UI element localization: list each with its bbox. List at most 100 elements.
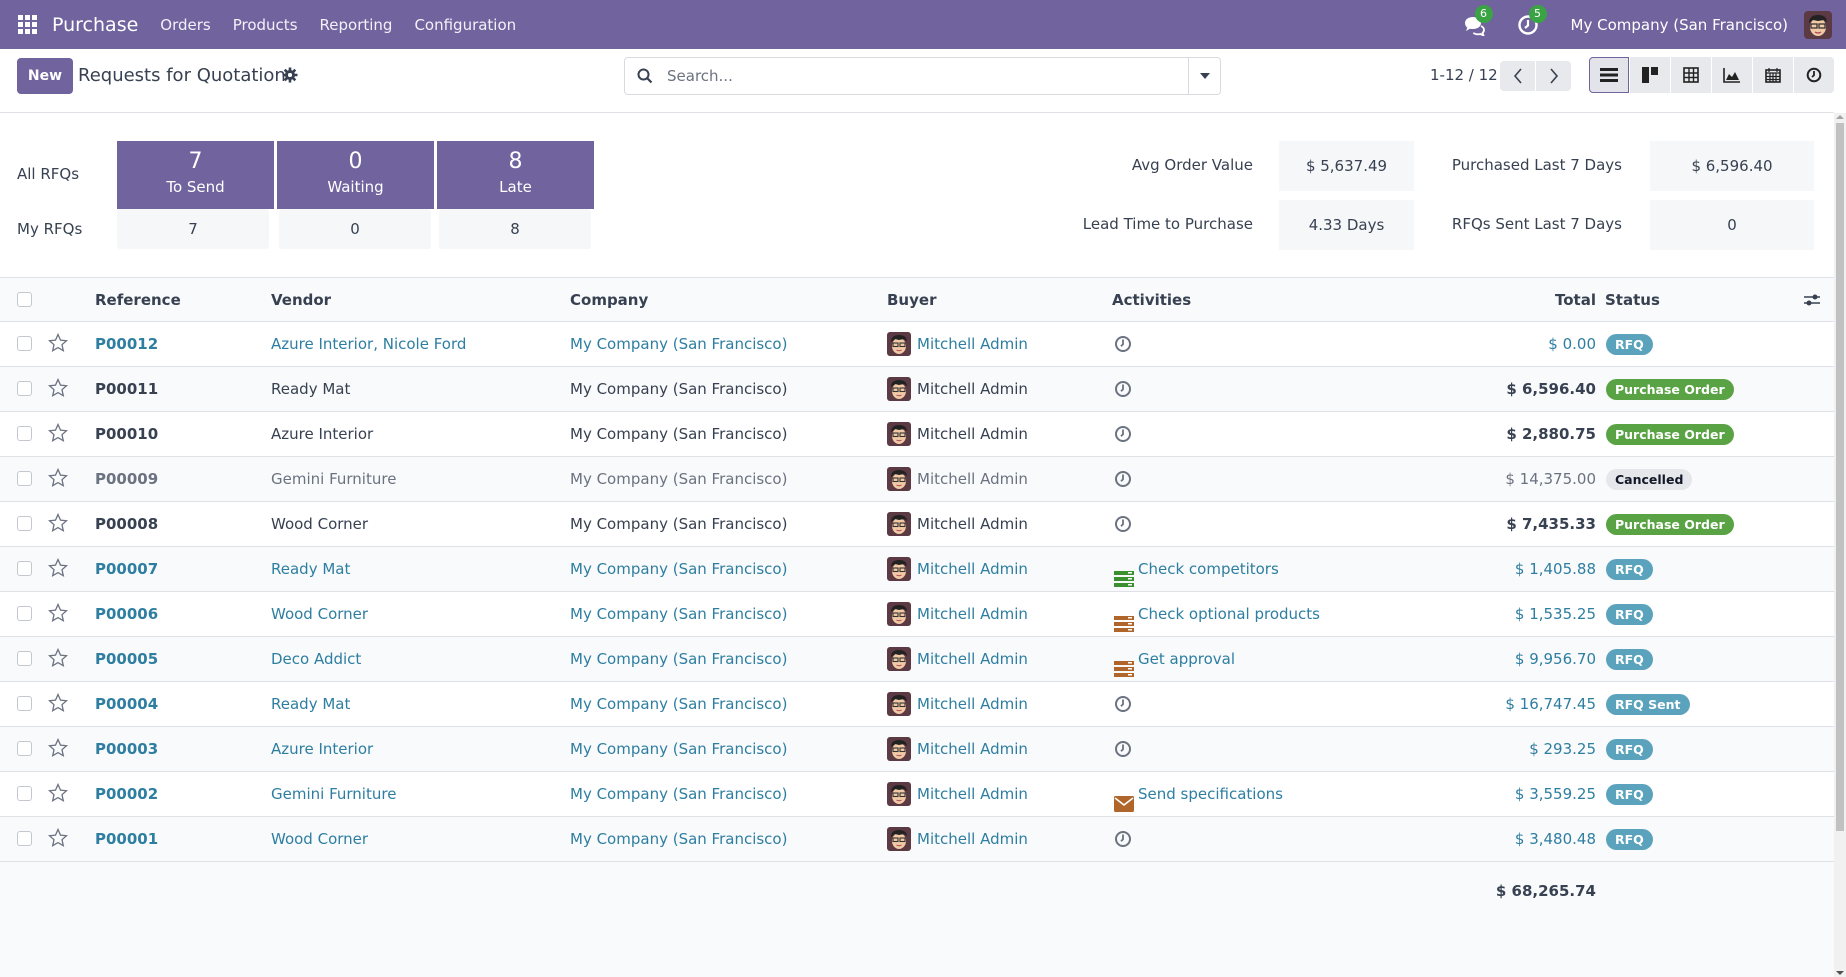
activity-summary[interactable]: Get approval <box>1114 637 1235 681</box>
clock-icon[interactable] <box>1114 695 1132 713</box>
reference-cell[interactable]: P00012 <box>95 322 158 366</box>
vendor-cell[interactable]: Gemini Furniture <box>271 457 396 501</box>
vendor-cell[interactable]: Azure Interior, Nicole Ford <box>271 322 466 366</box>
table-row[interactable]: P00001 Wood Corner My Company (San Francis… <box>0 817 1834 862</box>
vendor-cell[interactable]: Wood Corner <box>271 502 368 546</box>
my-late[interactable]: 8 <box>439 209 591 249</box>
menu-products[interactable]: Products <box>233 16 298 34</box>
reference-cell[interactable]: P00001 <box>95 817 158 861</box>
vendor-cell[interactable]: Deco Addict <box>271 637 361 681</box>
scroll-thumb[interactable] <box>1836 123 1844 831</box>
reference-cell[interactable]: P00006 <box>95 592 158 636</box>
col-company[interactable]: Company <box>570 278 648 322</box>
view-graph-button[interactable] <box>1712 57 1752 93</box>
buyer-cell[interactable]: Mitchell Admin <box>917 727 1028 771</box>
row-checkbox[interactable] <box>17 606 32 621</box>
company-cell[interactable]: My Company (San Francisco) <box>570 367 787 411</box>
search-options-toggle[interactable] <box>1188 58 1220 94</box>
view-list-button[interactable] <box>1589 57 1629 93</box>
col-reference[interactable]: Reference <box>95 278 181 322</box>
star-icon[interactable] <box>47 512 69 533</box>
row-checkbox[interactable] <box>17 786 32 801</box>
activity-summary[interactable]: Check optional products <box>1114 592 1320 636</box>
optional-columns-icon[interactable] <box>1803 292 1821 308</box>
reference-cell[interactable]: P00010 <box>95 412 158 456</box>
company-cell[interactable]: My Company (San Francisco) <box>570 592 787 636</box>
vendor-cell[interactable]: Azure Interior <box>271 412 373 456</box>
company-switcher[interactable]: My Company (San Francisco) <box>1571 16 1788 34</box>
row-checkbox[interactable] <box>17 336 32 351</box>
table-row[interactable]: P00004 Ready Mat My Company (San Francisco… <box>0 682 1834 727</box>
pager-value[interactable]: 1-12 / 12 <box>1430 66 1498 84</box>
reference-cell[interactable]: P00004 <box>95 682 158 726</box>
row-checkbox[interactable] <box>17 741 32 756</box>
reference-cell[interactable]: P00003 <box>95 727 158 771</box>
company-cell[interactable]: My Company (San Francisco) <box>570 817 787 861</box>
clock-icon[interactable] <box>1114 515 1132 533</box>
clock-icon[interactable] <box>1114 425 1132 443</box>
reference-cell[interactable]: P00007 <box>95 547 158 591</box>
buyer-cell[interactable]: Mitchell Admin <box>917 637 1028 681</box>
menu-orders[interactable]: Orders <box>160 16 210 34</box>
row-checkbox[interactable] <box>17 516 32 531</box>
activity-summary[interactable]: Send specifications <box>1114 772 1283 816</box>
pager-previous-button[interactable] <box>1500 61 1535 91</box>
clock-icon[interactable] <box>1114 470 1132 488</box>
vendor-cell[interactable]: Ready Mat <box>271 682 350 726</box>
buyer-cell[interactable]: Mitchell Admin <box>917 412 1028 456</box>
star-icon[interactable] <box>47 647 69 668</box>
vendor-cell[interactable]: Wood Corner <box>271 817 368 861</box>
pager-next-button[interactable] <box>1536 61 1571 91</box>
company-cell[interactable]: My Company (San Francisco) <box>570 682 787 726</box>
tile-waiting[interactable]: 0 Waiting <box>277 141 434 209</box>
star-icon[interactable] <box>47 557 69 578</box>
view-kanban-button[interactable] <box>1630 57 1670 93</box>
col-total[interactable]: Total <box>1500 278 1596 322</box>
row-checkbox[interactable] <box>17 381 32 396</box>
company-cell[interactable]: My Company (San Francisco) <box>570 502 787 546</box>
row-checkbox[interactable] <box>17 831 32 846</box>
tile-late[interactable]: 8 Late <box>437 141 594 209</box>
star-icon[interactable] <box>47 782 69 803</box>
star-icon[interactable] <box>47 467 69 488</box>
menu-configuration[interactable]: Configuration <box>414 16 516 34</box>
view-activity-button[interactable] <box>1794 57 1834 93</box>
buyer-cell[interactable]: Mitchell Admin <box>917 817 1028 861</box>
company-cell[interactable]: My Company (San Francisco) <box>570 457 787 501</box>
row-checkbox[interactable] <box>17 426 32 441</box>
buyer-cell[interactable]: Mitchell Admin <box>917 457 1028 501</box>
buyer-cell[interactable]: Mitchell Admin <box>917 367 1028 411</box>
star-icon[interactable] <box>47 692 69 713</box>
table-row[interactable]: P00009 Gemini Furniture My Company (San Fr… <box>0 457 1834 502</box>
star-icon[interactable] <box>47 602 69 623</box>
table-row[interactable]: P00008 Wood Corner My Company (San Francis… <box>0 502 1834 547</box>
table-row[interactable]: P00010 Azure Interior My Company (San Fran… <box>0 412 1834 457</box>
reference-cell[interactable]: P00008 <box>95 502 158 546</box>
reference-cell[interactable]: P00005 <box>95 637 158 681</box>
table-row[interactable]: P00007 Ready Mat My Company (San Francisco… <box>0 547 1834 592</box>
row-checkbox[interactable] <box>17 471 32 486</box>
clock-icon[interactable] <box>1114 740 1132 758</box>
search-input[interactable] <box>667 67 1188 85</box>
star-icon[interactable] <box>47 422 69 443</box>
company-cell[interactable]: My Company (San Francisco) <box>570 322 787 366</box>
menu-reporting[interactable]: Reporting <box>320 16 393 34</box>
user-avatar[interactable] <box>1804 10 1832 39</box>
messaging-button[interactable]: 6 <box>1463 4 1493 37</box>
my-waiting[interactable]: 0 <box>279 209 431 249</box>
company-cell[interactable]: My Company (San Francisco) <box>570 727 787 771</box>
scroll-down-arrow[interactable] <box>1836 971 1844 975</box>
vendor-cell[interactable]: Ready Mat <box>271 547 350 591</box>
table-row[interactable]: P00011 Ready Mat My Company (San Francisco… <box>0 367 1834 412</box>
clock-icon[interactable] <box>1114 830 1132 848</box>
activities-button[interactable]: 5 <box>1517 4 1547 36</box>
reference-cell[interactable]: P00009 <box>95 457 158 501</box>
reference-cell[interactable]: P00002 <box>95 772 158 816</box>
new-button[interactable]: New <box>17 58 73 94</box>
view-pivot-button[interactable] <box>1671 57 1711 93</box>
tile-to-send[interactable]: 7 To Send <box>117 141 274 209</box>
star-icon[interactable] <box>47 737 69 758</box>
buyer-cell[interactable]: Mitchell Admin <box>917 592 1028 636</box>
table-row[interactable]: P00005 Deco Addict My Company (San Francis… <box>0 637 1834 682</box>
app-brand[interactable]: Purchase <box>52 14 138 36</box>
